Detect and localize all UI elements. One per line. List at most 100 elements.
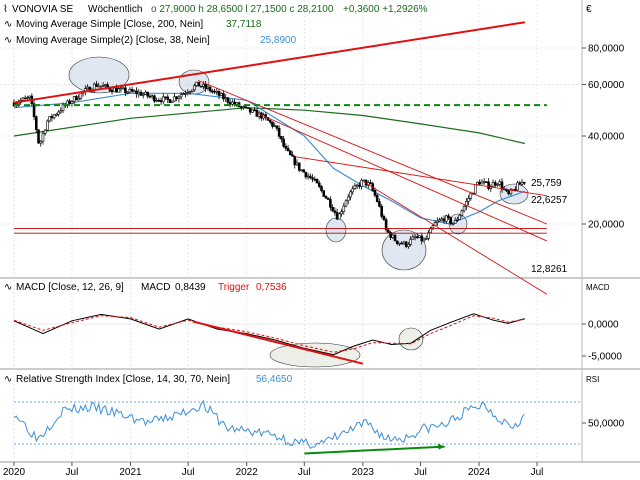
candle-body [293, 156, 297, 166]
change-values: +0,3600 +1,2926% [343, 4, 428, 15]
candle-body [226, 97, 230, 103]
candle-body [112, 87, 116, 93]
candle-body [121, 87, 125, 90]
candle-body [411, 236, 415, 240]
time-tick-label: 2023 [352, 467, 375, 478]
ma38-legend: ∿ Moving Average Simple(2) [Close, 38, N… [4, 35, 297, 46]
candle-body [496, 183, 499, 186]
candle-body [500, 181, 504, 190]
rsi-legend-value: 56,4650 [256, 374, 293, 385]
candle-body [355, 184, 359, 187]
candle-body [188, 91, 192, 93]
candle-body [380, 206, 383, 217]
candle-body [407, 244, 410, 247]
candle-body [487, 181, 490, 190]
candle-body [302, 169, 305, 173]
ma200-legend: ∿ Moving Average Simple [Close, 200, Nei… [4, 19, 262, 30]
candle-body [453, 220, 457, 224]
currency-label: € [586, 4, 592, 15]
candle-body [420, 235, 424, 242]
candle-body [306, 175, 310, 178]
candle-body [41, 133, 45, 142]
interval-label: Wöchentlich [88, 4, 142, 15]
candle-body [478, 181, 482, 185]
candle-body [282, 138, 285, 147]
candle-body [326, 197, 330, 200]
candle-body [197, 81, 201, 87]
candle-body [362, 179, 366, 182]
candle-body [133, 90, 136, 93]
candle-body [253, 109, 256, 112]
candle-body [491, 182, 495, 187]
candle-body [422, 238, 426, 242]
rsi-title: Relative Strength Index [Close, 14, 30, … [16, 374, 230, 385]
candle-body [179, 94, 183, 98]
price-level-annotation: 22,6257 [531, 195, 568, 206]
candle-body [228, 102, 232, 105]
trendline-downtrend-3 [294, 156, 547, 197]
candle-body [338, 213, 341, 220]
candle-body [21, 97, 25, 101]
ma-line-icon: ∿ [4, 374, 12, 385]
candle-body [346, 196, 350, 202]
candle-body [393, 234, 397, 242]
candle-body [313, 178, 317, 181]
candle-body [199, 85, 203, 88]
candle-body [300, 169, 303, 172]
candle-body [424, 238, 428, 240]
candle-body [418, 235, 421, 238]
macd-value-axis: 0,0000 -5,0000 [582, 320, 622, 363]
candle-body [173, 96, 176, 102]
candle-body [157, 99, 161, 102]
candle-body [244, 106, 248, 108]
candle-body [37, 129, 40, 144]
price-tick-label: 40,0000 [588, 132, 625, 143]
trigger-legend-value: 0,7536 [256, 282, 287, 293]
candle-body [135, 90, 138, 95]
time-tick-label: 2022 [236, 467, 259, 478]
trendline-downtrend-1 [197, 79, 548, 225]
candle-body [99, 85, 103, 88]
candle-body [161, 96, 165, 103]
candle-body [333, 210, 337, 213]
candle-body [271, 121, 274, 127]
candle-body [77, 97, 80, 101]
candle-body [456, 218, 459, 221]
candle-body [275, 125, 279, 129]
time-tick-label: Jul [182, 467, 195, 478]
candle-body [148, 95, 152, 98]
candle-body [391, 234, 395, 238]
time-tick-label: 2021 [119, 467, 142, 478]
candle-body [473, 184, 477, 194]
candle-body [280, 136, 283, 140]
candle-body [458, 214, 461, 220]
candle-body [351, 188, 354, 193]
candle-body [23, 97, 27, 100]
candle-body [291, 154, 294, 157]
candle-body [222, 93, 225, 100]
candle-body [115, 87, 118, 93]
candle-body [110, 89, 114, 93]
candle-body [219, 93, 223, 96]
macd-highlight-ellipse [269, 342, 361, 368]
price-tick-label: 60,0000 [588, 80, 625, 91]
candle-body [289, 150, 292, 156]
ma38-legend-text: Moving Average Simple(2) [Close, 38, Nei… [16, 35, 210, 46]
price-header: ⌇ VONOVIA SE Wöchentlich o 27,9000 h 28,… [3, 4, 592, 15]
candle-body [360, 179, 363, 187]
candle-body [119, 87, 123, 90]
candle-body [444, 215, 448, 222]
candle-body [239, 106, 243, 109]
candle-body [39, 140, 43, 144]
time-tick-label: 2024 [468, 467, 491, 478]
ma-line-icon: ∿ [4, 282, 12, 293]
ma38-line [13, 92, 526, 225]
candle-body [215, 90, 219, 93]
candle-body [409, 238, 412, 245]
candle-body [462, 205, 466, 212]
candle-body [233, 101, 236, 105]
candle-body [416, 236, 419, 239]
rsi-value-axis: 50,0000 [582, 419, 625, 430]
candle-body [251, 109, 254, 113]
rsi-trendline-arrowhead [437, 443, 445, 450]
